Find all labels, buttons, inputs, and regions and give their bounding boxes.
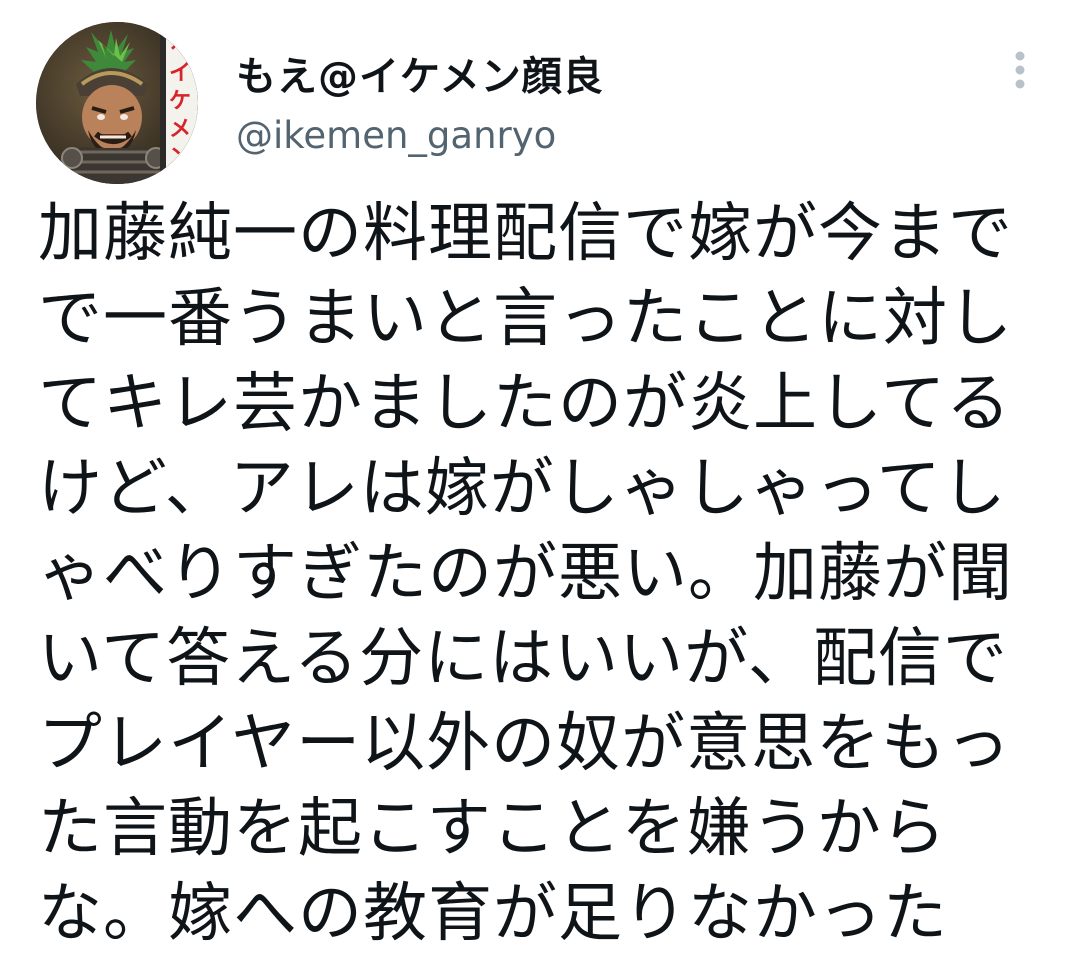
author-display-name[interactable]: もえ@イケメン顔良 [236,44,604,102]
avatar-image: ぐ イ ケ メ ン [36,22,198,184]
more-vertical-icon [1015,51,1025,89]
avatar[interactable]: ぐ イ ケ メ ン [36,22,198,184]
more-options-button[interactable] [1000,46,1040,94]
author-handle[interactable]: @ikemen_ganryo [236,114,556,157]
tweet-text-line: な。嫁への教育が足りなかった [38,877,948,951]
avatar-banner-char-3: メ [169,117,191,142]
svg-text:ぐ: ぐ [168,35,192,55]
tweet-text-line: てキレ芸かましたのが炎上してる [38,367,1012,441]
tweet-text-line: 加藤純一の料理配信で嫁が今まで [38,197,1013,271]
avatar-banner-char-1: イ [169,61,191,86]
avatar-banner-char-4: ン [169,145,191,170]
tweet-text-line: いて答える分にはいいが、配信で [38,622,1008,696]
tweet-text: 加藤純一の料理配信で嫁が今まで で一番うまいと言ったことに対し てキレ芸かました… [38,192,1048,957]
tweet-text-line: ゃべりすぎたのが悪い。加藤が聞 [38,537,1013,611]
tweet-text-line: た言動を起こすことを嫌うから [38,792,947,866]
tweet-text-line: プレイヤー以外の奴が意思をもっ [38,707,1012,781]
tweet-text-line: で一番うまいと言ったことに対し [38,282,1013,356]
tweet-text-line: けど、アレは嫁がしゃしゃってし [38,452,1007,526]
tweet-card: ぐ イ ケ メ ン もえ@イケメン顔良 @ikemen_ganryo 加藤純一の… [0,0,1080,962]
avatar-banner-char-2: ケ [169,89,191,114]
